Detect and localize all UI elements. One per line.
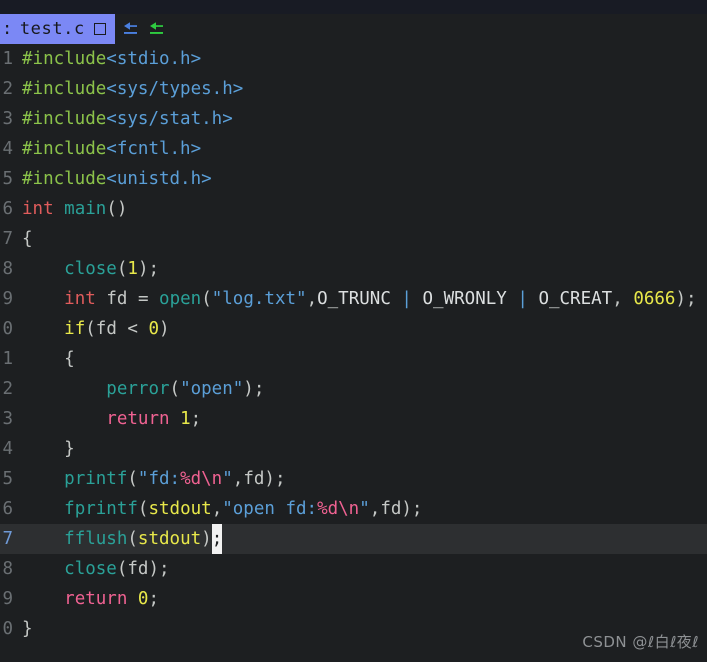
line-number: 7 — [2, 229, 13, 249]
code-line[interactable]: 8 close(fd); — [0, 554, 707, 584]
line-number: 2 — [2, 79, 13, 99]
code-line[interactable]: 9 return 0; — [0, 584, 707, 614]
line-number: 8 — [2, 259, 13, 279]
line-number: 4 — [2, 439, 13, 459]
code-line[interactable]: 6 fprintf(stdout,"open fd:%d\n",fd); — [0, 494, 707, 524]
csdn-watermark: CSDN @ℓ白ℓ夜ℓ — [582, 633, 699, 651]
line-content: #include<sys/types.h> — [22, 79, 244, 99]
code-line[interactable]: 2 perror("open"); — [0, 374, 707, 404]
square-close-icon[interactable] — [93, 23, 106, 35]
code-area[interactable]: 1 #include<stdio.h> 2 #include<sys/types… — [0, 44, 707, 662]
code-editor-window: : test.c 1 #include<stdio.h> 2 #include<… — [0, 0, 707, 662]
code-line-active[interactable]: 7 fflush(stdout); — [0, 524, 707, 554]
code-line[interactable]: 2 #include<sys/types.h> — [0, 74, 707, 104]
line-content: #include<stdio.h> — [22, 49, 202, 69]
line-content: #include<fcntl.h> — [22, 139, 202, 159]
tab-prefix: : — [2, 19, 13, 39]
text-cursor: ; — [211, 524, 223, 554]
code-line[interactable]: 5 #include<unistd.h> — [0, 164, 707, 194]
line-number: 1 — [2, 49, 13, 69]
line-number: 7 — [2, 529, 13, 549]
line-number: 9 — [2, 589, 13, 609]
line-content: int main() — [22, 199, 128, 219]
line-content: int fd = open("log.txt",O_TRUNC | O_WRON… — [64, 289, 697, 309]
line-number: 1 — [2, 349, 13, 369]
line-number: 3 — [2, 409, 13, 429]
line-content: perror("open"); — [106, 379, 265, 399]
line-number: 0 — [2, 319, 13, 339]
window-titlebar — [0, 0, 707, 14]
code-line[interactable]: 4 #include<fcntl.h> — [0, 134, 707, 164]
back-arrow-green-icon[interactable] — [148, 20, 165, 38]
code-line[interactable]: 0 if(fd < 0) — [0, 314, 707, 344]
line-number: 6 — [2, 499, 13, 519]
code-line[interactable]: 3 #include<sys/stat.h> — [0, 104, 707, 134]
line-number: 3 — [2, 109, 13, 129]
line-number: 5 — [2, 169, 13, 189]
toolbar-icon-group — [115, 14, 165, 44]
line-content: fflush(stdout); — [22, 524, 707, 554]
line-content: { — [22, 229, 33, 249]
tab-test-c[interactable]: : test.c — [0, 14, 115, 44]
tab-strip: : test.c — [0, 14, 707, 44]
line-content: return 1; — [106, 409, 202, 429]
line-content: close(1); — [64, 259, 160, 279]
code-line[interactable]: 5 printf("fd:%d\n",fd); — [0, 464, 707, 494]
code-line[interactable]: 4 } — [0, 434, 707, 464]
line-number: 5 — [2, 469, 13, 489]
line-content: fprintf(stdout,"open fd:%d\n",fd); — [64, 499, 423, 519]
line-number: 8 — [2, 559, 13, 579]
line-number: 2 — [2, 379, 13, 399]
code-line[interactable]: 3 return 1; — [0, 404, 707, 434]
line-content: close(fd); — [64, 559, 170, 579]
line-content: printf("fd:%d\n",fd); — [64, 469, 286, 489]
line-number: 0 — [2, 619, 13, 639]
code-line[interactable]: 6 int main() — [0, 194, 707, 224]
line-number: 6 — [2, 199, 13, 219]
line-content: return 0; — [64, 589, 160, 609]
back-arrow-blue-icon[interactable] — [122, 20, 139, 38]
code-line[interactable]: 9 int fd = open("log.txt",O_TRUNC | O_WR… — [0, 284, 707, 314]
code-line[interactable]: 1 { — [0, 344, 707, 374]
line-number: 9 — [2, 289, 13, 309]
line-content: #include<sys/stat.h> — [22, 109, 233, 129]
line-content: } — [64, 439, 75, 459]
line-content: #include<unistd.h> — [22, 169, 212, 189]
line-content: { — [64, 349, 75, 369]
code-line[interactable]: 1 #include<stdio.h> — [0, 44, 707, 74]
code-line[interactable]: 7 { — [0, 224, 707, 254]
tab-filename: test.c — [19, 19, 85, 39]
line-number: 4 — [2, 139, 13, 159]
line-content: if(fd < 0) — [64, 319, 170, 339]
code-line[interactable]: 8 close(1); — [0, 254, 707, 284]
